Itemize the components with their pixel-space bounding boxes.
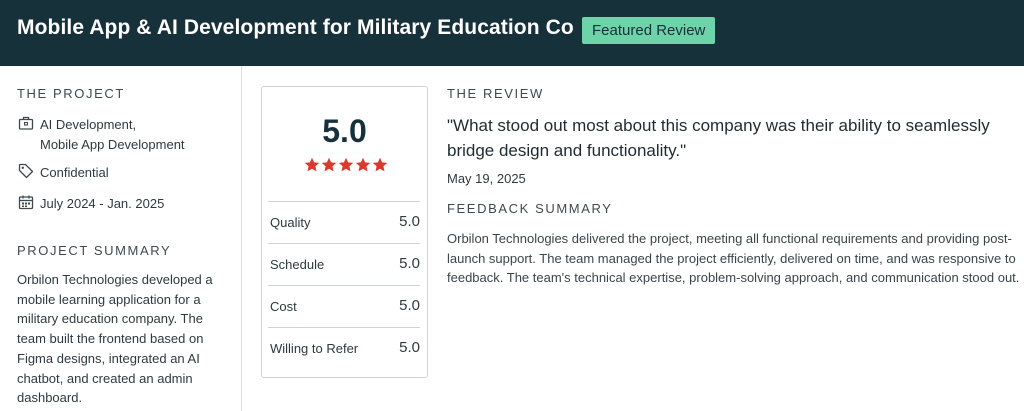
rating-row-quality: Quality 5.0	[268, 201, 420, 243]
review-header: Mobile App & AI Development for Military…	[0, 0, 1024, 66]
services-text: AI Development, Mobile App Development	[40, 115, 185, 154]
star-icon	[372, 157, 388, 172]
star-rating	[304, 157, 388, 172]
review-date: May 19, 2025	[447, 171, 526, 186]
rating-label: Quality	[270, 215, 311, 230]
star-icon	[338, 157, 354, 172]
review-section-label: THE REVIEW	[447, 86, 544, 101]
rating-label: Cost	[270, 299, 297, 314]
rating-card: 5.0 Quality 5.0 Schedule 5.0 Cost 5.0 Wi…	[261, 86, 428, 378]
rating-value: 5.0	[399, 339, 420, 356]
star-icon	[321, 157, 337, 172]
rating-value: 5.0	[399, 297, 420, 314]
star-icon	[304, 157, 320, 172]
calendar-icon	[18, 195, 34, 210]
rating-label: Willing to Refer	[270, 341, 359, 356]
rating-label: Schedule	[270, 257, 325, 272]
review-panel: THE REVIEW "What stood out most about th…	[447, 66, 1024, 411]
project-summary-label: PROJECT SUMMARY	[17, 243, 172, 258]
overall-score: 5.0	[322, 113, 367, 149]
featured-review-badge: Featured Review	[582, 17, 716, 44]
star-icon	[355, 157, 371, 172]
briefcase-icon	[18, 116, 34, 130]
rating-row-cost: Cost 5.0	[268, 285, 420, 327]
project-section-label: THE PROJECT	[17, 86, 125, 101]
review-quote: "What stood out most about this company …	[447, 116, 990, 160]
review-title: Mobile App & AI Development for Military…	[17, 16, 574, 39]
budget-text: Confidential	[40, 165, 109, 180]
feedback-summary-text: Orbilon Technologies delivered the proje…	[447, 231, 1020, 285]
price-tag-icon	[18, 163, 34, 179]
timeline-text: July 2024 - Jan. 2025	[40, 196, 165, 211]
services-line-2: Mobile App Development	[40, 137, 185, 152]
services-line-1: AI Development,	[40, 117, 137, 132]
rating-value: 5.0	[399, 255, 420, 272]
feedback-summary-label: FEEDBACK SUMMARY	[447, 201, 613, 216]
rating-row-willing-to-refer: Willing to Refer 5.0	[268, 327, 420, 369]
rating-value: 5.0	[399, 213, 420, 230]
project-details-panel: THE PROJECT AI Development, Mobile App D…	[0, 66, 242, 411]
rating-row-schedule: Schedule 5.0	[268, 243, 420, 285]
project-summary-text: Orbilon Technologies developed a mobile …	[17, 272, 213, 406]
